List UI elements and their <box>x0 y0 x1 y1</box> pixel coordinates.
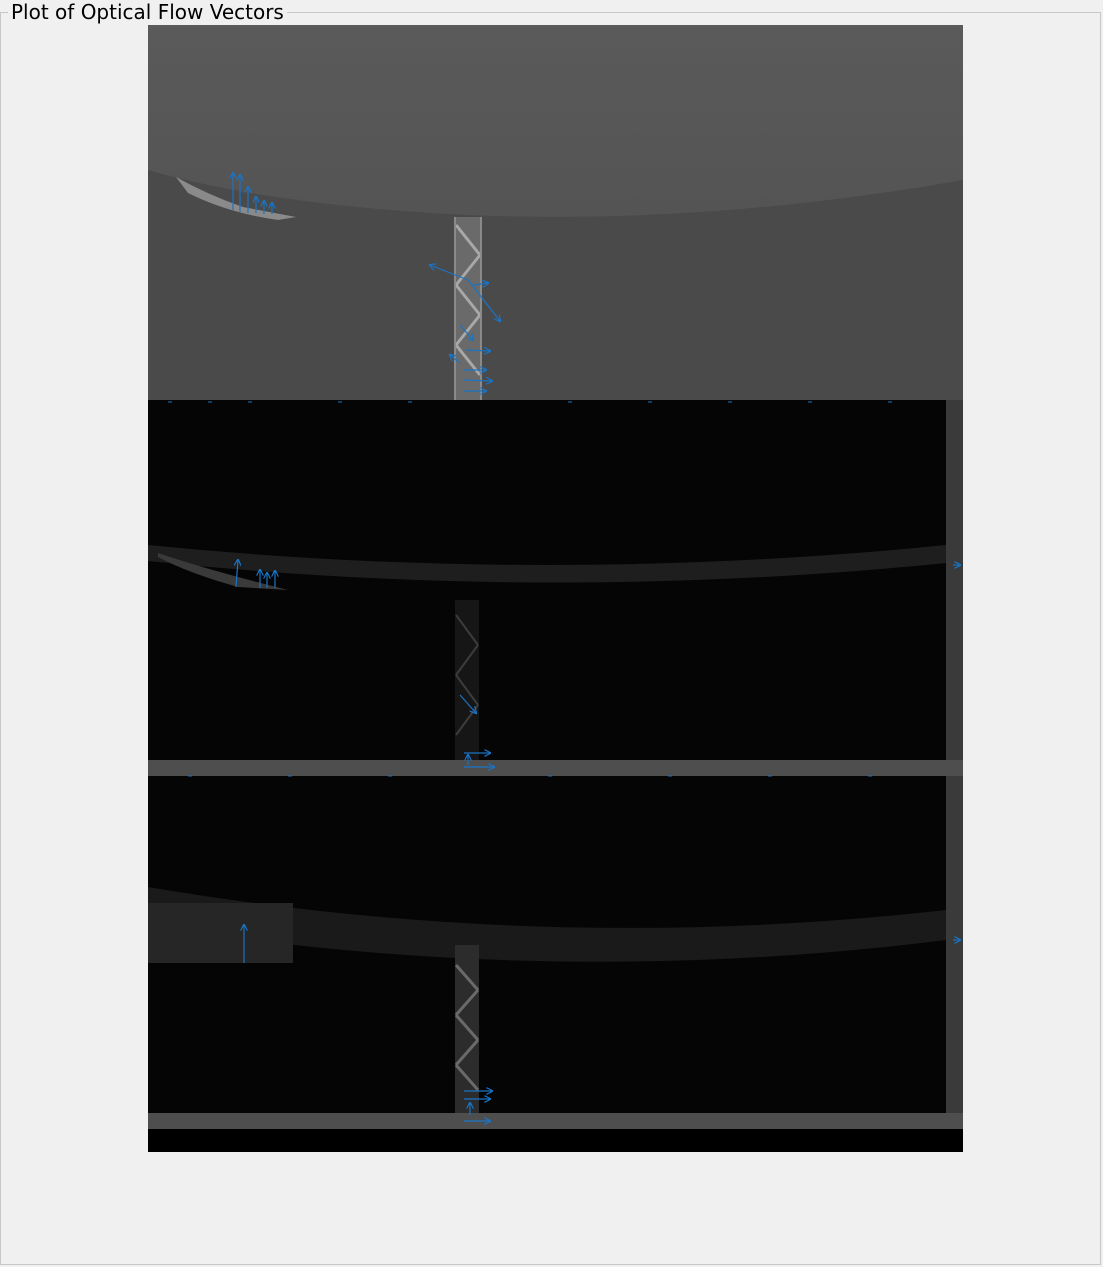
frame-1 <box>148 25 963 400</box>
frame-2 <box>148 400 963 776</box>
panel-title: Plot of Optical Flow Vectors <box>8 0 287 24</box>
optical-flow-image <box>148 25 963 1152</box>
frame-3 <box>148 776 963 1152</box>
plot-axes[interactable] <box>148 25 963 1152</box>
